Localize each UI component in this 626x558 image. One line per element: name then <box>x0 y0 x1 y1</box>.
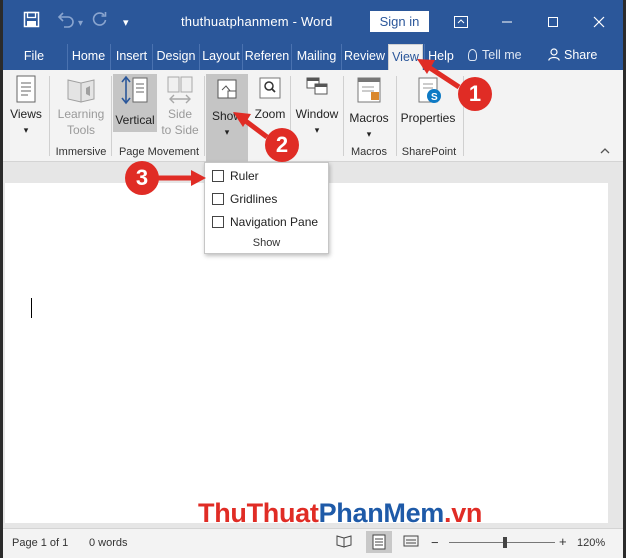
annotation-badge-3: 3 <box>125 161 159 195</box>
arrow-2 <box>241 117 269 139</box>
word-window: ▾ ▾ thuthuatphanmem - Word Sign in File … <box>3 0 623 558</box>
arrow-3-head <box>191 170 206 186</box>
arrow-1 <box>425 63 461 90</box>
annotation-badge-2: 2 <box>265 128 299 162</box>
annotation-arrows <box>156 59 461 186</box>
annotation-badge-1: 1 <box>458 77 492 111</box>
